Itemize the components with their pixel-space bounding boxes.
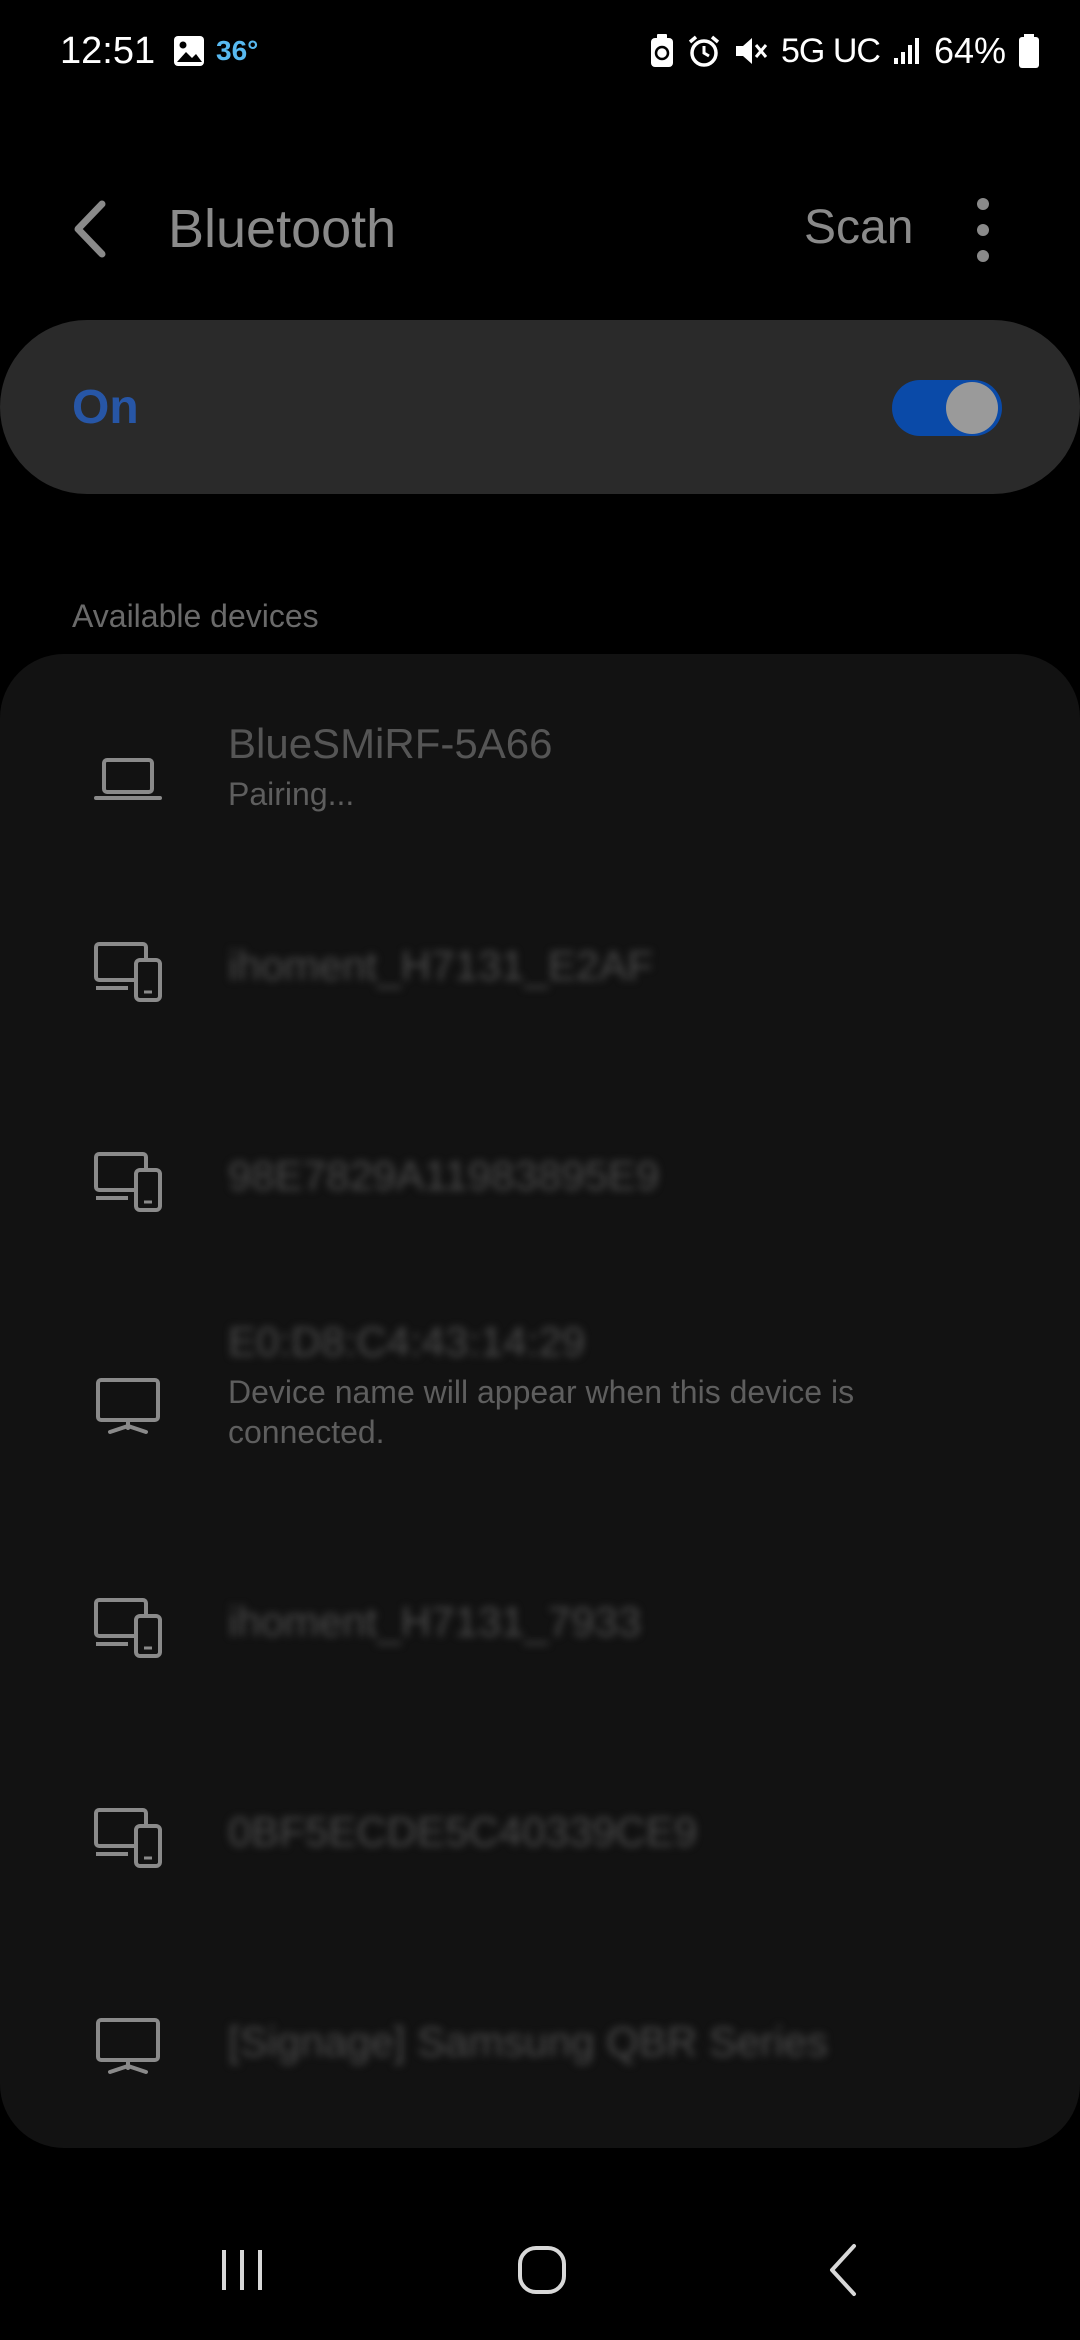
mute-icon (736, 38, 768, 64)
battery-saver-icon (651, 34, 674, 67)
page-title: Bluetooth (168, 199, 397, 259)
device-item[interactable]: E0:D8:C4:43:14:29 Device name will appea… (0, 1318, 1080, 1488)
status-bar: 12:51 36° 5G UC 64% (0, 0, 1080, 110)
monitor-icon (92, 2010, 164, 2082)
alarm-icon (688, 35, 720, 67)
laptop-icon (92, 744, 164, 816)
device-item[interactable]: [Signage] Samsung QBR Series (0, 1980, 1080, 2110)
recents-icon (222, 2250, 262, 2290)
recents-button[interactable] (192, 2220, 292, 2320)
scan-button[interactable]: Scan (804, 200, 913, 255)
device-name: E0:D8:C4:43:14:29 (228, 1318, 586, 1365)
back-button[interactable] (62, 194, 122, 264)
more-vertical-icon (977, 198, 989, 262)
more-options-button[interactable] (960, 192, 1006, 268)
navigation-bar (0, 2200, 1080, 2340)
back-icon (830, 2244, 856, 2296)
status-network: 5G UC (781, 31, 881, 70)
device-item[interactable]: 0BF5ECDE5C40339CE9 (0, 1770, 1080, 1900)
status-time: 12:51 (60, 30, 156, 72)
home-icon (518, 2246, 566, 2294)
image-icon (174, 36, 204, 66)
device-name: 0BF5ECDE5C40339CE9 (228, 1808, 698, 1855)
devices-icon (92, 934, 164, 1006)
device-item[interactable]: 98E7829A11983895E9 (0, 1114, 1080, 1244)
app-header: Bluetooth Scan (0, 170, 1080, 290)
device-status: Pairing... (228, 776, 355, 812)
nav-back-button[interactable] (796, 2220, 896, 2320)
devices-list: BlueSMiRF-5A66 Pairing... ihoment_H7131_… (0, 654, 1080, 2148)
bluetooth-toggle-row[interactable]: On (0, 320, 1080, 494)
switch-knob (946, 382, 998, 434)
device-item[interactable]: ihoment_H7131_7933 (0, 1560, 1080, 1690)
chevron-left-icon (74, 200, 106, 258)
device-status: Device name will appear when this device… (228, 1374, 855, 1450)
device-name: 98E7829A11983895E9 (228, 1152, 660, 1199)
available-devices-header: Available devices (72, 598, 319, 634)
status-battery: 64% (933, 30, 1006, 71)
device-name: BlueSMiRF-5A66 (228, 720, 553, 767)
signal-icon (893, 38, 919, 64)
device-item[interactable]: ihoment_H7131_E2AF (0, 904, 1080, 1034)
device-name: ihoment_H7131_E2AF (228, 942, 653, 989)
devices-icon (92, 1590, 164, 1662)
battery-icon (1019, 34, 1039, 68)
device-name: [Signage] Samsung QBR Series (228, 2018, 828, 2065)
device-item[interactable]: BlueSMiRF-5A66 Pairing... (0, 704, 1080, 854)
toggle-label: On (72, 381, 139, 434)
devices-icon (92, 1800, 164, 1872)
status-temperature: 36° (216, 35, 259, 66)
bluetooth-switch[interactable] (892, 380, 1002, 436)
home-button[interactable] (492, 2220, 592, 2320)
device-name: ihoment_H7131_7933 (228, 1598, 642, 1645)
devices-icon (92, 1144, 164, 1216)
monitor-icon (92, 1370, 164, 1442)
